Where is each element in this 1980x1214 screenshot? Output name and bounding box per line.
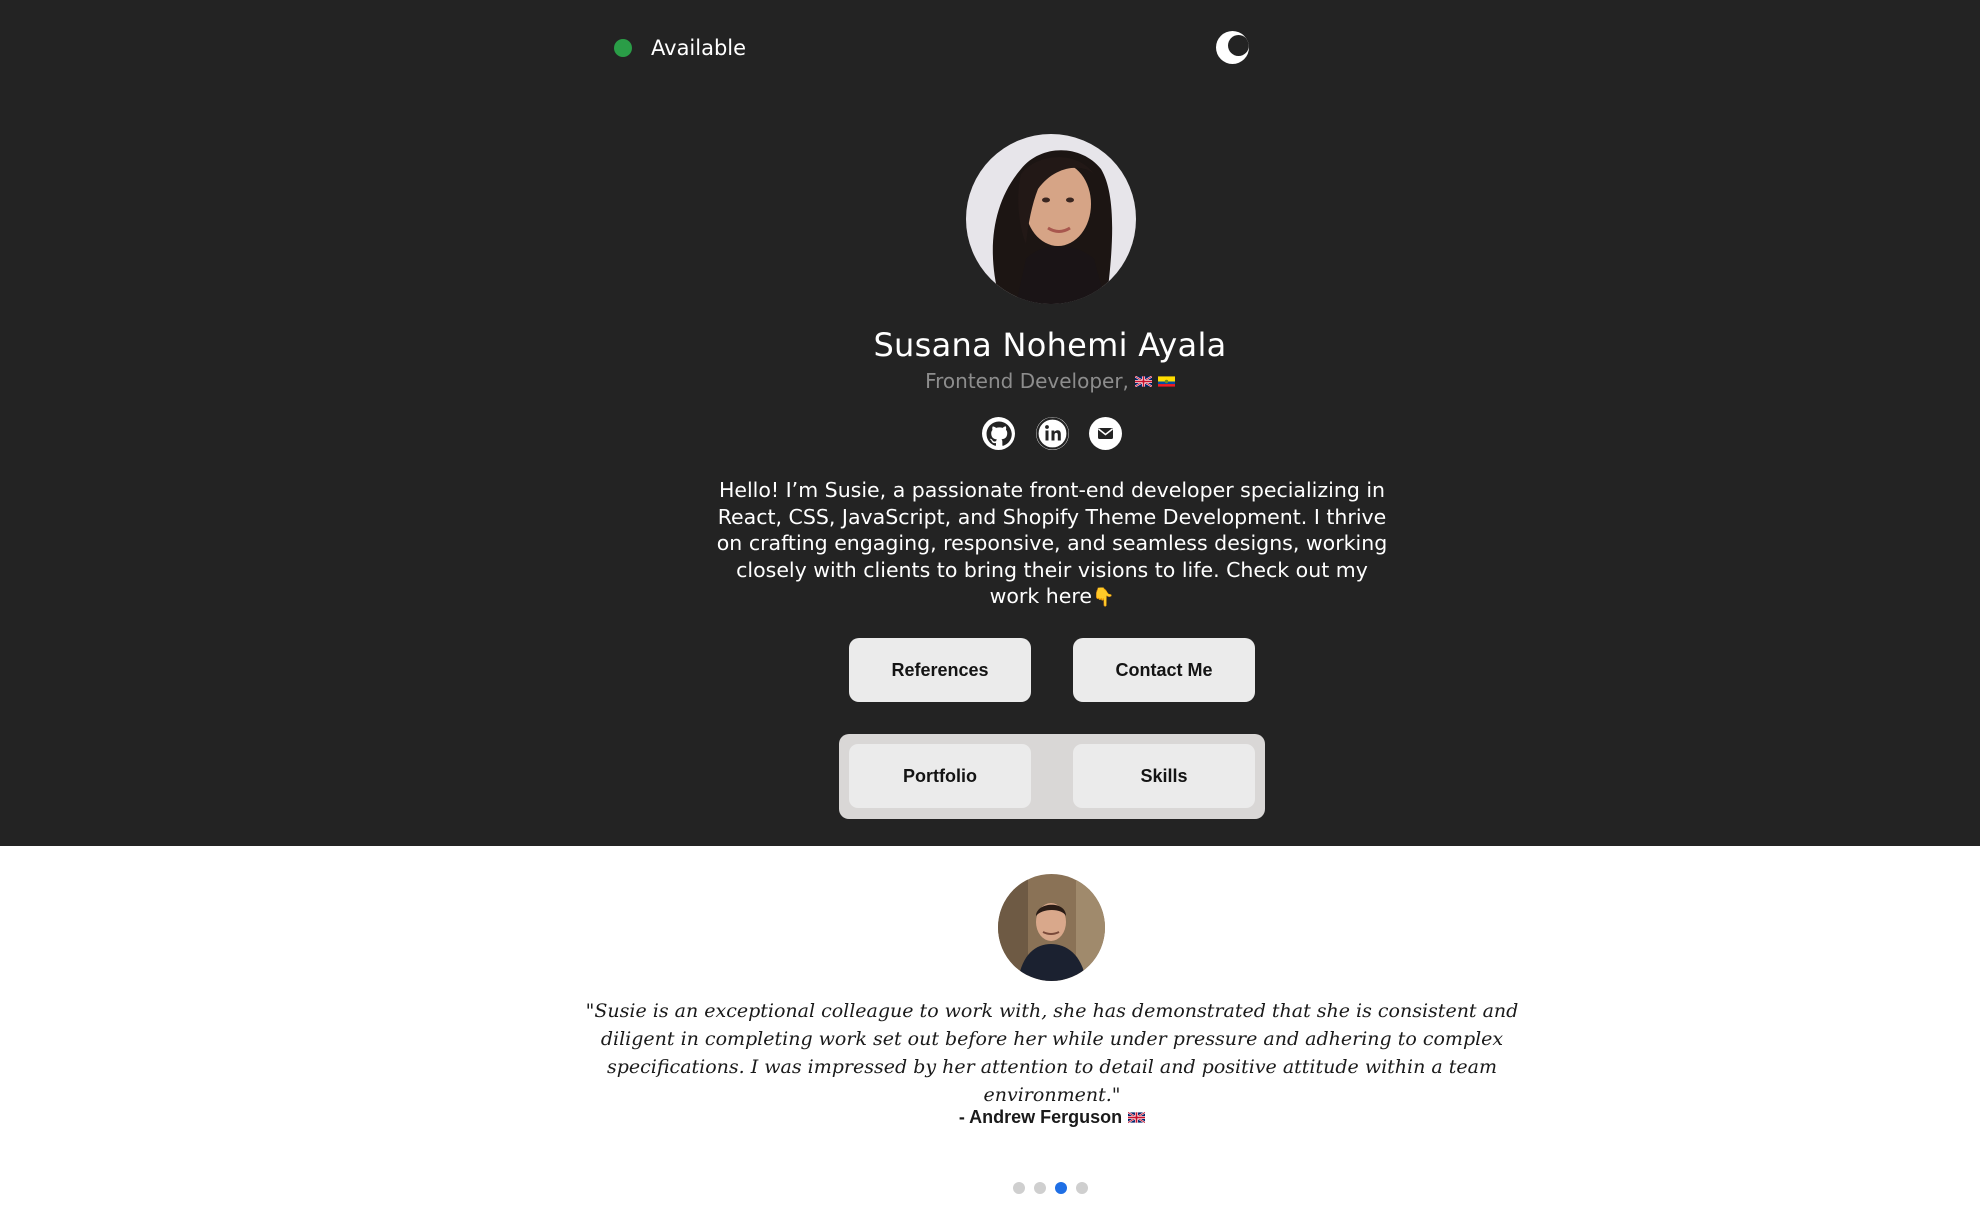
bio-text: Hello! I’m Susie, a passionate front-end… [716, 478, 1388, 609]
github-link[interactable] [982, 417, 1015, 450]
carousel-dots [1013, 1182, 1088, 1194]
testimonials-section: "Susie is an exceptional colleague to wo… [0, 846, 1980, 1214]
status-dot-icon [614, 39, 632, 57]
section-tabs: Portfolio Skills [839, 734, 1265, 819]
profile-role: Frontend Developer, [690, 369, 1410, 393]
author-name: - Andrew Ferguson [958, 1107, 1123, 1127]
theme-toggle-button[interactable] [1216, 31, 1249, 64]
pointing-down-icon: 👇 [1091, 587, 1115, 609]
testimonial-quote: "Susie is an exceptional colleague to wo… [585, 1000, 1519, 1106]
carousel-dot[interactable] [1076, 1182, 1088, 1194]
status-label: Available [651, 36, 747, 60]
github-icon [986, 421, 1012, 446]
uk-flag-icon [1134, 375, 1152, 387]
references-button[interactable]: References [849, 638, 1031, 702]
contact-me-button[interactable]: Contact Me [1073, 638, 1255, 702]
linkedin-icon [1035, 417, 1069, 450]
linkedin-link[interactable] [1035, 417, 1069, 450]
availability-status: Available [614, 34, 746, 62]
testimonial-author: - Andrew Ferguson [790, 1107, 1314, 1128]
carousel-dot[interactable] [1034, 1182, 1046, 1194]
role-label: Frontend Developer, [925, 369, 1129, 393]
social-links [982, 417, 1122, 451]
uk-flag-icon [1128, 1112, 1146, 1123]
tab-skills[interactable]: Skills [1073, 744, 1255, 808]
moon-icon [1228, 35, 1249, 56]
profile-avatar [966, 134, 1136, 304]
carousel-dot-active[interactable] [1055, 1182, 1067, 1194]
tab-portfolio[interactable]: Portfolio [849, 744, 1031, 808]
profile-bio: Hello! I’m Susie, a passionate front-end… [710, 477, 1394, 612]
mail-icon [1089, 417, 1122, 450]
email-link[interactable] [1089, 417, 1122, 450]
testimonial-avatar [998, 874, 1105, 981]
carousel-dot[interactable] [1013, 1182, 1025, 1194]
hero-section: Available Susana Nohemi Ayala Frontend D… [0, 0, 1980, 846]
ecuador-flag-icon [1157, 375, 1175, 387]
profile-name: Susana Nohemi Ayala [873, 326, 1227, 364]
